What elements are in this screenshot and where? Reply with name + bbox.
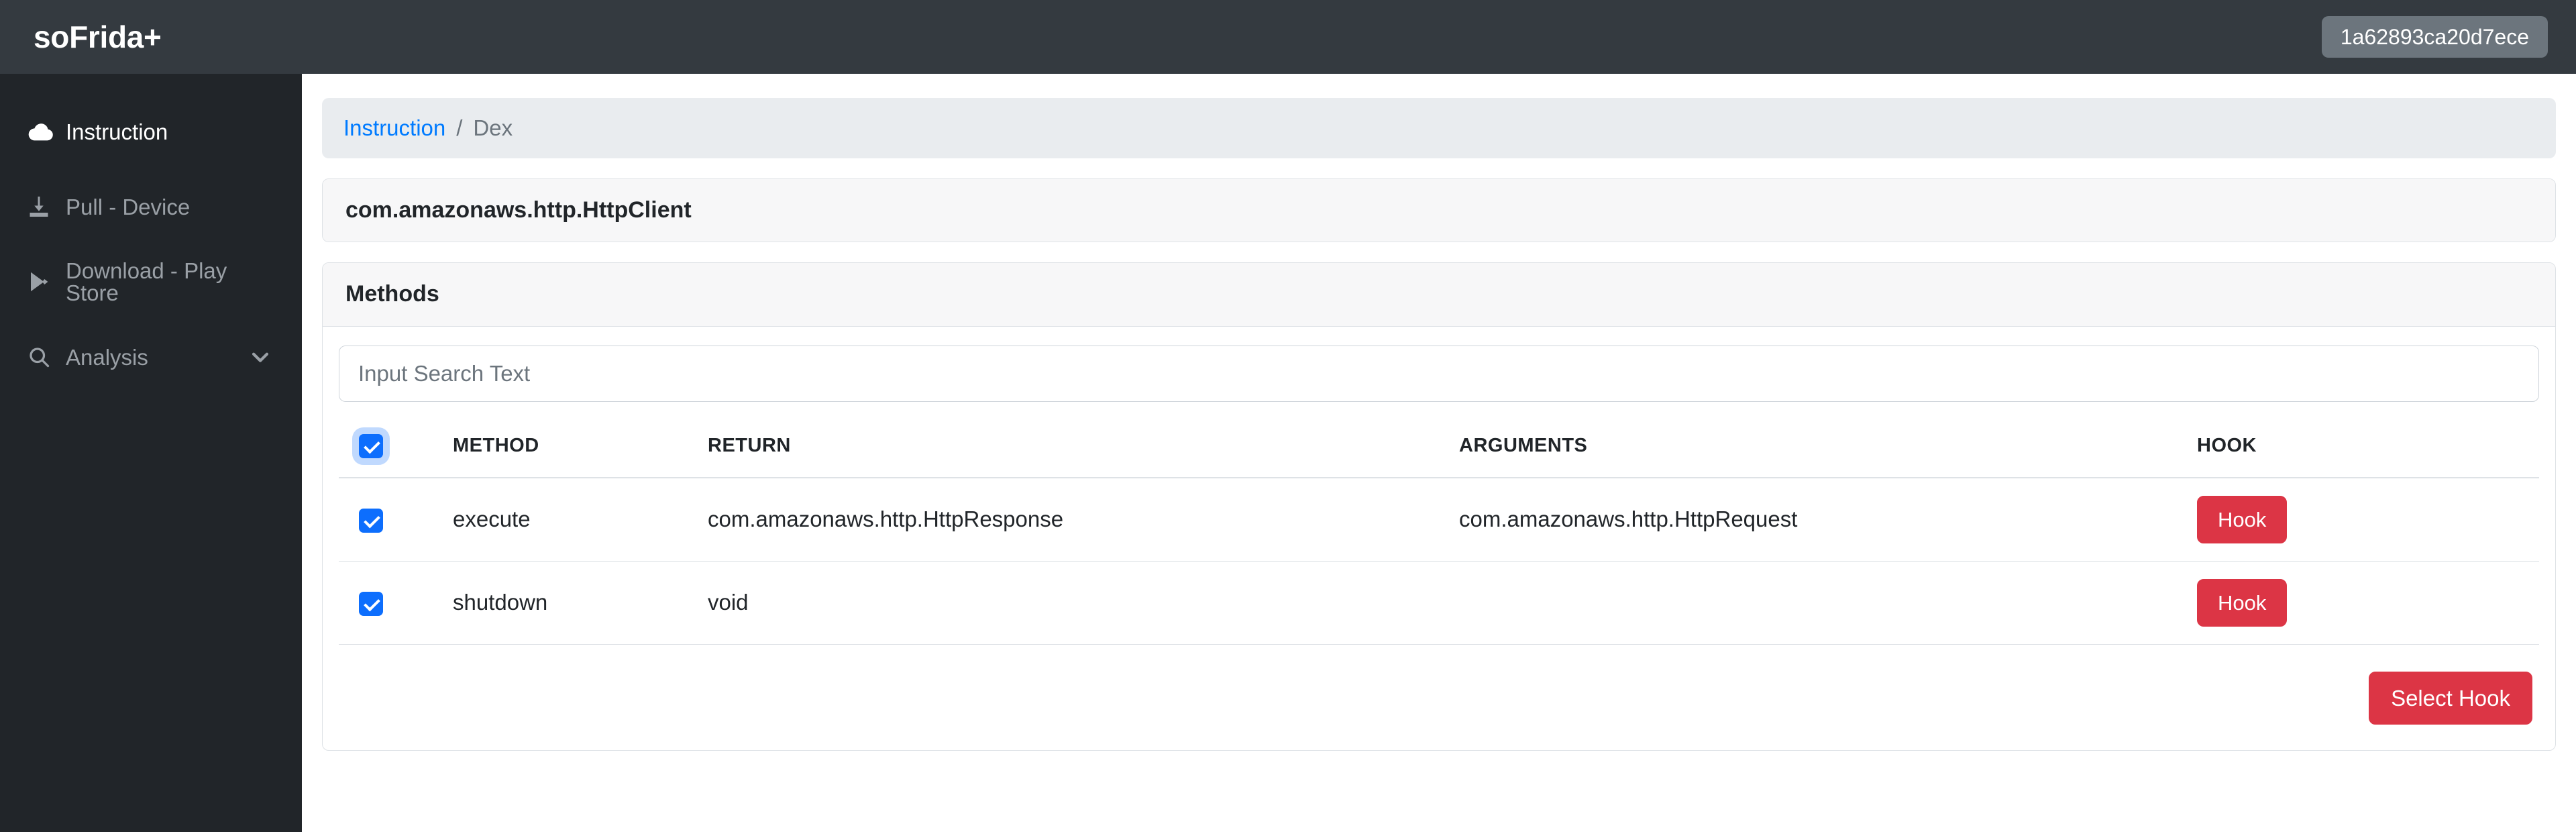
hook-button[interactable]: Hook bbox=[2197, 495, 2288, 543]
search-icon bbox=[27, 344, 60, 370]
breadcrumb-link-instruction[interactable]: Instruction bbox=[343, 115, 445, 141]
class-name-card: com.amazonaws.http.HttpClient bbox=[322, 178, 2556, 243]
main-content: Instruction / Dex com.amazonaws.http.Htt… bbox=[302, 74, 2576, 840]
breadcrumb-separator: / bbox=[456, 115, 463, 140]
methods-footer-actions: Select Hook bbox=[339, 645, 2539, 727]
sidebar-item-pull-device[interactable]: Pull - Device bbox=[0, 169, 302, 244]
sidebar-item-analysis[interactable]: Analysis bbox=[0, 319, 302, 395]
chevron-down-icon[interactable] bbox=[247, 344, 274, 370]
cell-return: com.amazonaws.http.HttpResponse bbox=[701, 477, 1452, 562]
select-hook-button[interactable]: Select Hook bbox=[2369, 671, 2532, 725]
select-all-checkbox[interactable] bbox=[359, 433, 383, 458]
download-icon bbox=[27, 193, 60, 220]
row-select-cell bbox=[339, 477, 446, 562]
app-root: soFrida+ 1a62893ca20d7ece Instruction Pu… bbox=[0, 0, 2576, 840]
play-store-icon bbox=[27, 268, 60, 295]
methods-card-body: METHOD RETURN ARGUMENTS HOOK execute bbox=[323, 327, 2555, 750]
methods-card: Methods METHOD RETURN ARGUMENTS HOOK bbox=[322, 262, 2556, 751]
breadcrumb: Instruction / Dex bbox=[322, 98, 2556, 158]
column-header-return: RETURN bbox=[701, 416, 1452, 478]
column-header-hook: HOOK bbox=[2190, 416, 2539, 478]
sidebar-item-label: Analysis bbox=[66, 344, 148, 370]
cell-arguments: com.amazonaws.http.HttpRequest bbox=[1452, 477, 2190, 562]
class-name-title: com.amazonaws.http.HttpClient bbox=[323, 179, 2555, 242]
cloud-icon bbox=[27, 118, 60, 145]
cell-return: void bbox=[701, 561, 1452, 645]
methods-table-body: execute com.amazonaws.http.HttpResponse … bbox=[339, 477, 2539, 645]
app-brand[interactable]: soFrida+ bbox=[34, 21, 162, 52]
column-header-arguments: ARGUMENTS bbox=[1452, 416, 2190, 478]
row-select-cell bbox=[339, 561, 446, 645]
search-input[interactable] bbox=[339, 345, 2539, 402]
row-checkbox[interactable] bbox=[359, 591, 383, 616]
cell-method: shutdown bbox=[446, 561, 701, 645]
cell-hook: Hook bbox=[2190, 477, 2539, 562]
sidebar-item-label: Download - Play Store bbox=[66, 258, 227, 305]
sidebar-item-instruction[interactable]: Instruction bbox=[0, 94, 302, 169]
device-id-badge[interactable]: 1a62893ca20d7ece bbox=[2321, 16, 2548, 58]
table-header-row: METHOD RETURN ARGUMENTS HOOK bbox=[339, 416, 2539, 478]
row-checkbox[interactable] bbox=[359, 508, 383, 533]
sidebar-item-download-play-store[interactable]: Download - Play Store bbox=[0, 244, 302, 319]
table-row: shutdown void Hook bbox=[339, 561, 2539, 645]
select-all-header bbox=[339, 416, 446, 478]
cell-arguments bbox=[1452, 561, 2190, 645]
hook-button[interactable]: Hook bbox=[2197, 578, 2288, 627]
column-header-method: METHOD bbox=[446, 416, 701, 478]
cell-method: execute bbox=[446, 477, 701, 562]
methods-table: METHOD RETURN ARGUMENTS HOOK execute com… bbox=[339, 416, 2539, 645]
sidebar-item-label: Instruction bbox=[66, 119, 168, 144]
methods-table-head: METHOD RETURN ARGUMENTS HOOK bbox=[339, 416, 2539, 478]
sidebar: Instruction Pull - Device Download - Pla… bbox=[0, 74, 302, 832]
top-bar: soFrida+ 1a62893ca20d7ece bbox=[0, 0, 2576, 74]
cell-hook: Hook bbox=[2190, 561, 2539, 645]
breadcrumb-current-dex: Dex bbox=[473, 115, 513, 140]
table-row: execute com.amazonaws.http.HttpResponse … bbox=[339, 477, 2539, 562]
sidebar-item-label: Pull - Device bbox=[66, 194, 191, 219]
methods-card-title: Methods bbox=[323, 263, 2555, 327]
